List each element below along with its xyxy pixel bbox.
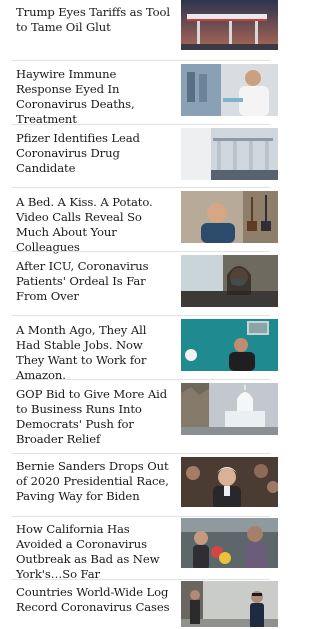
article-headline[interactable]: A Bed. A Kiss. A Potato. Video Calls Rev… [16, 195, 172, 255]
list-item[interactable]: Trump Eyes Tariffs as Tool to Tame Oil G… [0, 0, 278, 61]
article-thumbnail[interactable] [181, 319, 278, 371]
article-headline[interactable]: Haywire Immune Response Eyed In Coronavi… [16, 67, 172, 127]
article-thumbnail[interactable] [181, 128, 278, 180]
article-thumbnail[interactable] [181, 581, 278, 627]
video-call-image [181, 191, 278, 243]
list-item[interactable]: Countries World-Wide Log Record Coronavi… [0, 580, 278, 629]
article-headline[interactable]: Countries World-Wide Log Record Coronavi… [16, 585, 172, 615]
gas-station-image [181, 0, 278, 50]
woman-in-car-image [181, 255, 278, 307]
article-headline[interactable]: Pfizer Identifies Lead Coronavirus Drug … [16, 131, 172, 176]
list-item[interactable]: Haywire Immune Response Eyed In Coronavi… [0, 61, 278, 127]
article-thumbnail[interactable] [181, 0, 278, 50]
article-headline[interactable]: After ICU, Coronavirus Patients' Ordeal … [16, 259, 172, 304]
article-thumbnail[interactable] [181, 383, 278, 435]
masks-street-image [181, 518, 278, 568]
woman-at-home-image [181, 319, 278, 371]
police-street-image [181, 581, 278, 627]
article-headline[interactable]: Trump Eyes Tariffs as Tool to Tame Oil G… [16, 5, 172, 35]
list-item[interactable]: A Month Ago, They All Had Stable Jobs. N… [0, 316, 278, 383]
bernie-sanders-image [181, 457, 278, 507]
capitol-image [181, 383, 278, 435]
article-thumbnail[interactable] [181, 457, 278, 507]
list-item[interactable]: After ICU, Coronavirus Patients' Ordeal … [0, 252, 278, 316]
list-item[interactable]: A Bed. A Kiss. A Potato. Video Calls Rev… [0, 188, 278, 255]
article-thumbnail[interactable] [181, 518, 278, 568]
article-thumbnail[interactable] [181, 191, 278, 243]
article-headline[interactable]: A Month Ago, They All Had Stable Jobs. N… [16, 323, 172, 383]
article-headline[interactable]: GOP Bid to Give More Aid to Business Run… [16, 387, 172, 447]
article-headline[interactable]: How California Has Avoided a Coronavirus… [16, 522, 172, 582]
article-thumbnail[interactable] [181, 255, 278, 307]
list-item[interactable]: Pfizer Identifies Lead Coronavirus Drug … [0, 125, 278, 188]
list-item[interactable]: Bernie Sanders Drops Out of 2020 Preside… [0, 454, 278, 517]
list-item[interactable]: GOP Bid to Give More Aid to Business Run… [0, 380, 278, 454]
article-headline[interactable]: Bernie Sanders Drops Out of 2020 Preside… [16, 459, 172, 504]
list-item[interactable]: How California Has Avoided a Coronavirus… [0, 517, 278, 582]
lab-researcher-image [181, 64, 278, 116]
article-thumbnail[interactable] [181, 64, 278, 116]
lab-equipment-image [181, 128, 278, 180]
